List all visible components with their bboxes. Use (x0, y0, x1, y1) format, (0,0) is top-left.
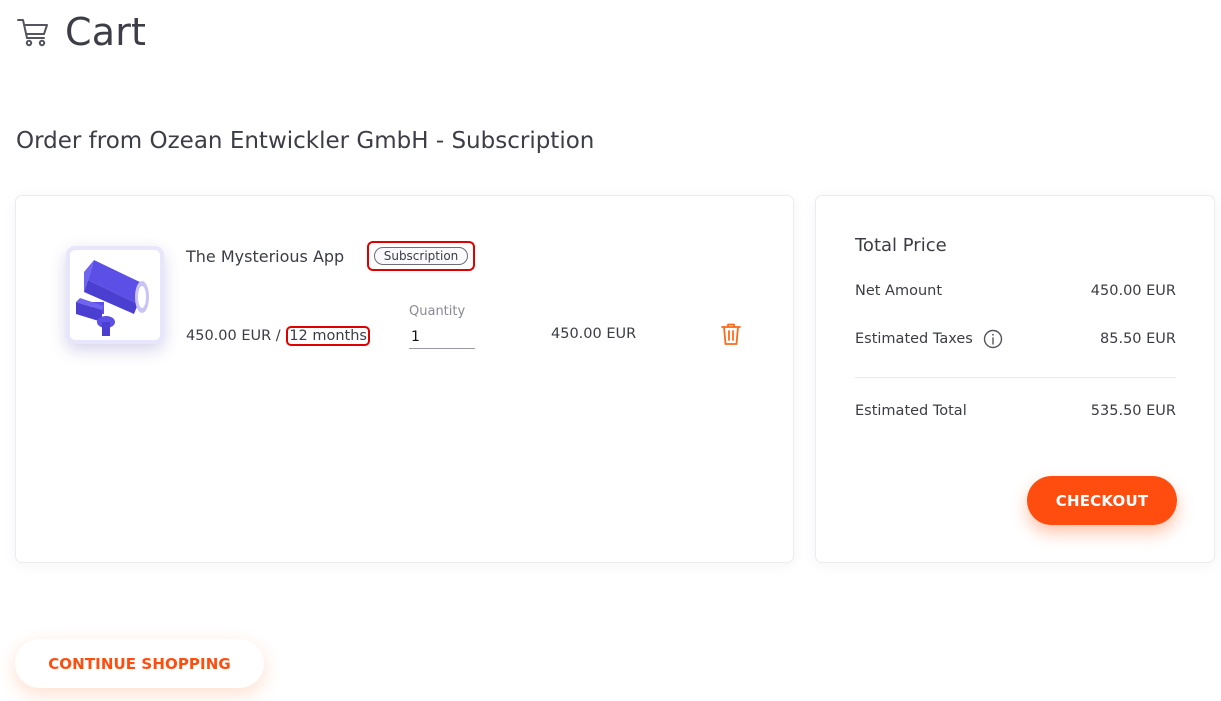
quantity-input[interactable] (409, 326, 475, 349)
page-header: Cart (16, 10, 146, 54)
net-amount-row: Net Amount 450.00 EUR (855, 283, 1176, 299)
checkout-button[interactable]: CHECKOUT (1027, 476, 1177, 525)
cart-page: Cart Order from Ozean Entwickler GmbH - … (0, 0, 1221, 701)
unit-price: 450.00 EUR / 12 months (186, 326, 370, 346)
shopping-cart-icon (16, 14, 52, 50)
estimated-total-row: Estimated Total 535.50 EUR (855, 403, 1176, 419)
unit-price-amount: 450.00 EUR / (186, 328, 281, 344)
estimated-taxes-row: Estimated Taxes 85.50 EUR (855, 329, 1176, 349)
cart-items-card: The Mysterious App Subscription 450.00 E… (15, 195, 794, 563)
estimated-total-label: Estimated Total (855, 403, 967, 419)
info-icon[interactable] (983, 329, 1003, 349)
summary-title: Total Price (855, 235, 947, 256)
line-total: 450.00 EUR (551, 326, 637, 342)
order-title: Order from Ozean Entwickler GmbH - Subsc… (16, 128, 595, 154)
product-image[interactable] (66, 246, 164, 344)
net-amount-value: 450.00 EUR (1090, 283, 1176, 299)
continue-shopping-button[interactable]: CONTINUE SHOPPING (15, 639, 264, 688)
product-name[interactable]: The Mysterious App (186, 247, 344, 266)
price-summary-card: Total Price Net Amount 450.00 EUR Estima… (815, 195, 1215, 563)
quantity-label: Quantity (409, 304, 466, 319)
billing-period: 12 months (286, 326, 370, 346)
estimated-taxes-label-group: Estimated Taxes (855, 329, 1003, 349)
estimated-taxes-label: Estimated Taxes (855, 331, 973, 347)
estimated-total-value: 535.50 EUR (1090, 403, 1176, 419)
estimated-taxes-value: 85.50 EUR (1100, 331, 1176, 347)
page-title: Cart (65, 10, 147, 54)
trash-icon[interactable] (720, 322, 742, 346)
subscription-badge: Subscription (367, 241, 475, 271)
net-amount-label: Net Amount (855, 283, 943, 299)
subscription-badge-label: Subscription (373, 247, 469, 265)
security-camera-icon (76, 260, 149, 336)
summary-divider (855, 377, 1176, 378)
